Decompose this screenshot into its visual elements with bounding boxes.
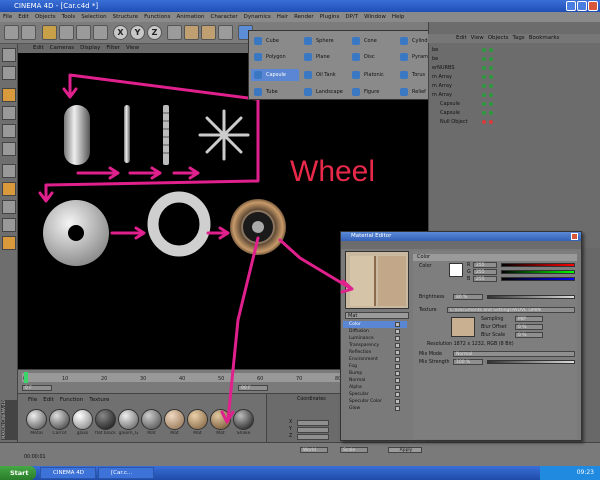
system-clock: 09:23	[540, 466, 600, 480]
overlay-annotations	[220, 236, 354, 424]
clock-label: 09:23	[576, 469, 594, 476]
start-label: Start	[10, 469, 29, 477]
windows-taskbar: Start CINEMA 4D [Car.c... 09:23	[0, 466, 600, 480]
task-car-file[interactable]: [Car.c...	[98, 467, 154, 479]
start-button[interactable]: Start	[0, 466, 36, 480]
task-cinema4d[interactable]: CINEMA 4D	[40, 467, 96, 479]
task-label: CINEMA 4D	[53, 470, 85, 476]
task-label: [Car.c...	[111, 470, 133, 476]
